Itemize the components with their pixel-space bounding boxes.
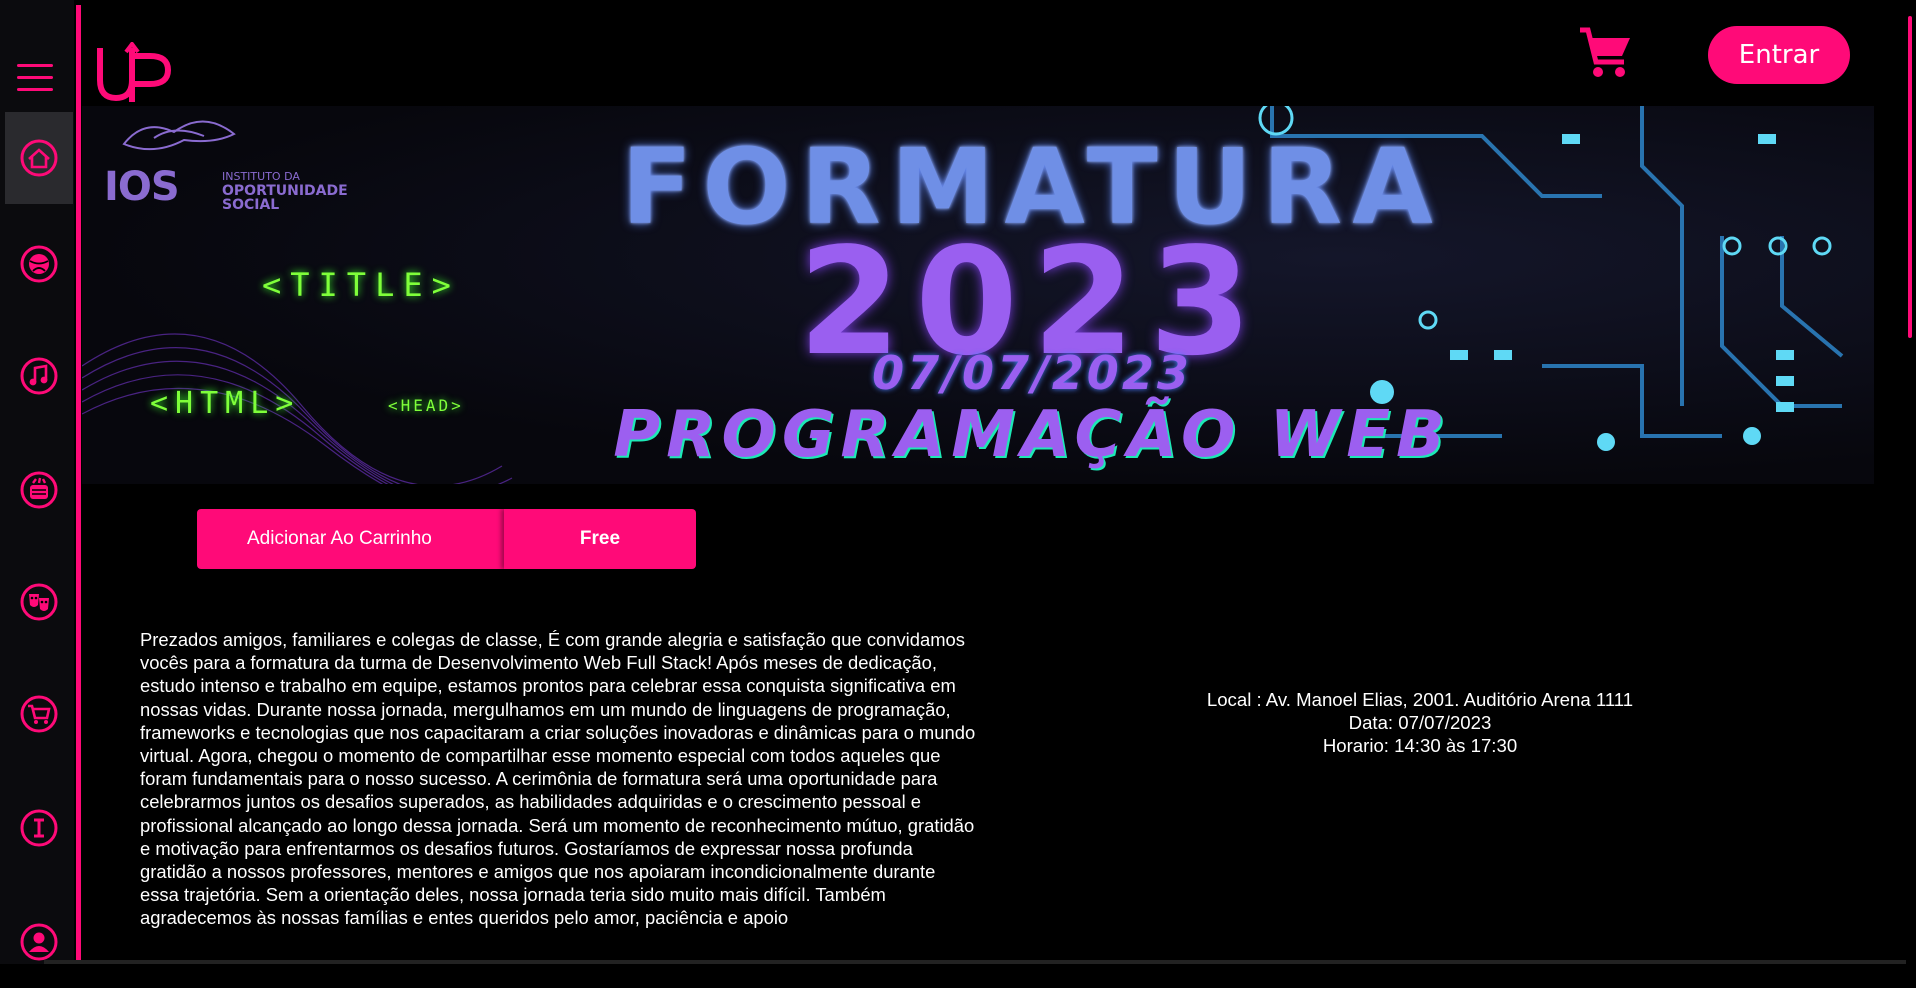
event-info: Local : Av. Manoel Elias, 2001. Auditóri… bbox=[1130, 688, 1710, 757]
price-button[interactable]: Free bbox=[504, 509, 696, 569]
ball-icon bbox=[20, 245, 58, 283]
sidebar-item-sports[interactable] bbox=[5, 218, 73, 310]
sidebar-divider bbox=[76, 5, 81, 960]
home-icon bbox=[20, 139, 58, 177]
banner-subtitle: PROGRAMAÇÃO WEB bbox=[613, 398, 1451, 472]
theater-masks-icon bbox=[20, 583, 58, 621]
sidebar-item-food[interactable] bbox=[5, 444, 73, 536]
info-icon bbox=[20, 809, 58, 847]
tag-title-decoration: <TITLE> bbox=[262, 266, 460, 304]
music-note-icon bbox=[20, 357, 58, 395]
ios-logo: IOS INSTITUTO DA OPORTUNIDADE SOCIAL bbox=[94, 114, 414, 212]
horizontal-scrollbar[interactable] bbox=[44, 960, 1906, 964]
sidebar-item-music[interactable] bbox=[5, 330, 73, 422]
food-icon bbox=[20, 471, 58, 509]
event-location: Local : Av. Manoel Elias, 2001. Auditóri… bbox=[1206, 689, 1634, 710]
login-button[interactable]: Entrar bbox=[1708, 26, 1850, 84]
user-icon bbox=[20, 923, 58, 961]
sidebar bbox=[0, 0, 74, 964]
up-logo[interactable]: UP bbox=[96, 42, 182, 104]
banner-date: 07/07/2023 bbox=[872, 346, 1192, 400]
cart-icon[interactable] bbox=[1576, 24, 1636, 84]
event-date: Data: 07/07/2023 bbox=[1348, 712, 1492, 733]
ios-logo-sketch bbox=[122, 120, 236, 151]
sidebar-item-shop[interactable] bbox=[5, 668, 73, 760]
sidebar-item-theater[interactable] bbox=[5, 556, 73, 648]
ios-logo-text: IOS bbox=[104, 164, 180, 210]
sidebar-item-home[interactable] bbox=[5, 112, 73, 204]
hamburger-menu-icon[interactable] bbox=[17, 60, 53, 96]
add-to-cart-button[interactable]: Adicionar Ao Carrinho bbox=[197, 509, 505, 569]
vertical-scrollbar[interactable] bbox=[1906, 0, 1916, 964]
sidebar-item-profile[interactable] bbox=[5, 896, 73, 988]
tag-head-decoration: <HEAD> bbox=[388, 396, 464, 415]
sidebar-item-info[interactable] bbox=[5, 782, 73, 874]
ios-logo-name: INSTITUTO DA OPORTUNIDADE SOCIAL bbox=[222, 170, 348, 213]
event-time: Horario: 14:30 às 17:30 bbox=[1322, 735, 1518, 756]
event-banner: IOS INSTITUTO DA OPORTUNIDADE SOCIAL <TI… bbox=[82, 106, 1874, 484]
cart-icon bbox=[20, 695, 58, 733]
event-description: Prezados amigos, familiares e colegas de… bbox=[140, 629, 976, 929]
scrollbar-thumb[interactable] bbox=[1908, 16, 1912, 338]
tag-html-decoration: <HTML> bbox=[150, 386, 301, 421]
